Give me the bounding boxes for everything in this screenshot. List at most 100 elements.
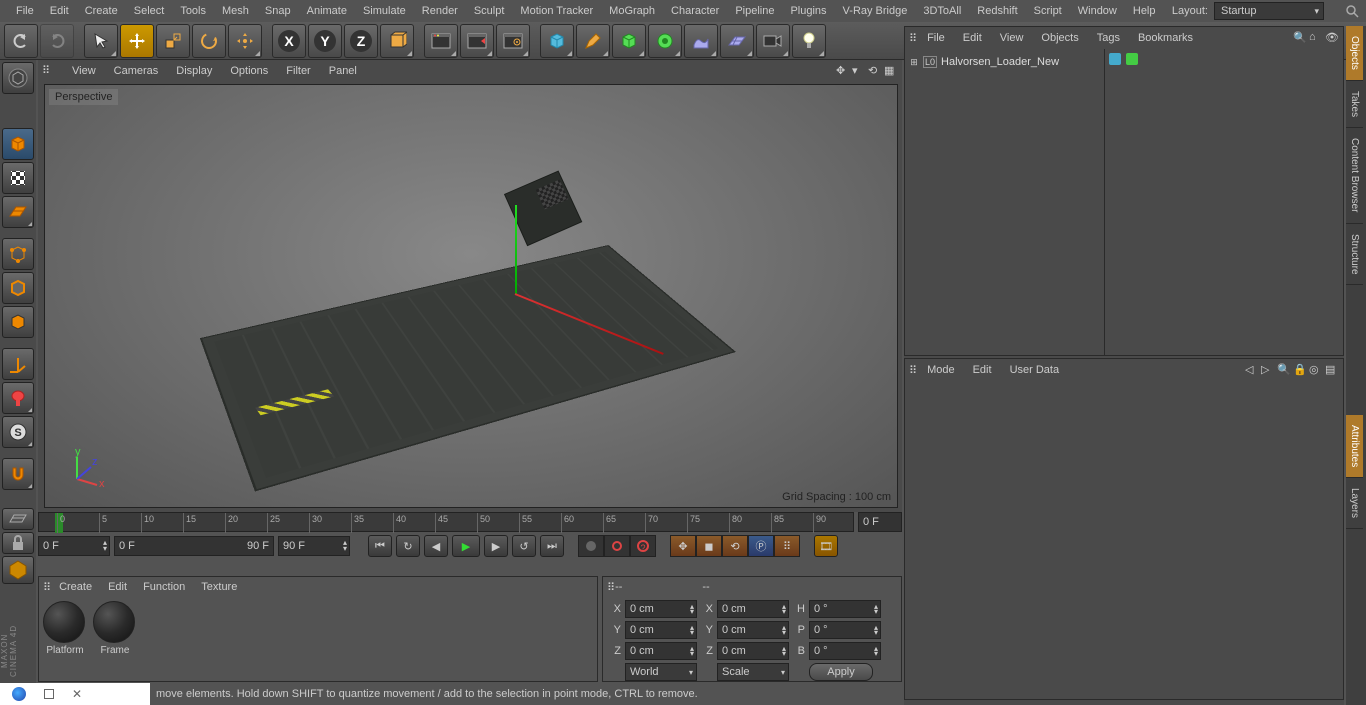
- deformer-button[interactable]: [648, 24, 682, 58]
- render-settings-button[interactable]: [496, 24, 530, 58]
- target-icon[interactable]: ◎: [1309, 363, 1323, 377]
- key-pla-button[interactable]: ⠿: [774, 535, 800, 557]
- spline-pen-button[interactable]: [576, 24, 610, 58]
- vp-menu-display[interactable]: Display: [168, 62, 220, 80]
- menu-vray[interactable]: V-Ray Bridge: [835, 1, 916, 21]
- attr-menu-edit[interactable]: Edit: [965, 361, 1000, 379]
- tree-row[interactable]: ⊞ L0 Halvorsen_Loader_New: [909, 53, 1100, 71]
- menu-snap[interactable]: Snap: [257, 1, 299, 21]
- tab-attributes[interactable]: Attributes: [1346, 415, 1363, 478]
- workplane-mode-button[interactable]: [2, 196, 34, 228]
- polygon-mode-button[interactable]: [2, 306, 34, 338]
- app-icon[interactable]: [12, 687, 26, 701]
- render-queue-button[interactable]: [460, 24, 494, 58]
- mat-menu-edit[interactable]: Edit: [100, 578, 135, 596]
- camera-button[interactable]: [756, 24, 790, 58]
- tweak-mode-button[interactable]: [2, 382, 34, 414]
- attr-menu-userdata[interactable]: User Data: [1002, 361, 1068, 379]
- vp-nav-zoom-icon[interactable]: ▾: [852, 64, 866, 78]
- end-frame-field[interactable]: 90 F▴▾: [278, 536, 350, 556]
- mat-menu-function[interactable]: Function: [135, 578, 193, 596]
- keyframe-help-button[interactable]: ?: [630, 535, 656, 557]
- snap-button[interactable]: S: [2, 416, 34, 448]
- fwd-icon[interactable]: ▷: [1261, 363, 1275, 377]
- task-icon[interactable]: [44, 689, 54, 699]
- undo-button[interactable]: [4, 24, 38, 58]
- mat-menu-create[interactable]: Create: [51, 578, 100, 596]
- goto-start-button[interactable]: ⏮: [368, 535, 392, 557]
- new-icon[interactable]: ▤: [1325, 363, 1339, 377]
- attr-menu-mode[interactable]: Mode: [919, 361, 963, 379]
- back-icon[interactable]: ◁: [1245, 363, 1259, 377]
- scale-tool[interactable]: [156, 24, 190, 58]
- expand-icon[interactable]: ⊞: [909, 57, 919, 68]
- menu-simulate[interactable]: Simulate: [355, 1, 414, 21]
- key-rot-button[interactable]: ⟲: [722, 535, 748, 557]
- timeline-editor-button[interactable]: 🎞: [814, 535, 838, 557]
- obj-menu-edit[interactable]: Edit: [955, 29, 990, 47]
- search-icon[interactable]: 🔍: [1277, 363, 1291, 377]
- pos-x-field[interactable]: 0 cm▴▾: [625, 600, 697, 618]
- search-icon[interactable]: 🔍: [1293, 31, 1307, 45]
- tab-layers[interactable]: Layers: [1346, 478, 1363, 529]
- coord-space-dropdown[interactable]: World: [625, 663, 697, 681]
- material-swatch[interactable]: Frame: [93, 601, 137, 656]
- grip-icon[interactable]: ⠿: [42, 64, 56, 78]
- light-button[interactable]: [792, 24, 826, 58]
- menu-character[interactable]: Character: [663, 1, 727, 21]
- grip-icon[interactable]: ⠿: [909, 32, 917, 45]
- vp-menu-cameras[interactable]: Cameras: [106, 62, 167, 80]
- menu-edit[interactable]: Edit: [42, 1, 77, 21]
- menu-animate[interactable]: Animate: [299, 1, 355, 21]
- point-mode-button[interactable]: [2, 238, 34, 270]
- vp-nav-pan-icon[interactable]: ✥: [836, 64, 850, 78]
- record-button[interactable]: [578, 535, 604, 557]
- select-tool[interactable]: [84, 24, 118, 58]
- vp-nav-layout-icon[interactable]: ▦: [884, 64, 898, 78]
- object-tree[interactable]: ⊞ L0 Halvorsen_Loader_New: [905, 49, 1105, 355]
- lock-icon[interactable]: 🔒: [1293, 363, 1307, 377]
- edge-mode-button[interactable]: [2, 272, 34, 304]
- grid-snap-button[interactable]: [2, 508, 34, 530]
- obj-menu-tags[interactable]: Tags: [1089, 29, 1128, 47]
- hex-button[interactable]: [2, 556, 34, 584]
- environment-button[interactable]: [684, 24, 718, 58]
- menu-file[interactable]: File: [8, 1, 42, 21]
- obj-menu-objects[interactable]: Objects: [1033, 29, 1086, 47]
- tag-icon[interactable]: [1109, 53, 1121, 65]
- key-param-button[interactable]: Ⓟ: [748, 535, 774, 557]
- rot-b-field[interactable]: 0 °▴▾: [809, 642, 881, 660]
- prev-frame-button[interactable]: ◀: [424, 535, 448, 557]
- menu-render[interactable]: Render: [414, 1, 466, 21]
- menu-pipeline[interactable]: Pipeline: [727, 1, 782, 21]
- vp-nav-orbit-icon[interactable]: ⟲: [868, 64, 882, 78]
- menu-script[interactable]: Script: [1026, 1, 1070, 21]
- tab-objects[interactable]: Objects: [1346, 26, 1363, 81]
- psrtransfer-tool[interactable]: [228, 24, 262, 58]
- rot-h-field[interactable]: 0 °▴▾: [809, 600, 881, 618]
- start-frame-field[interactable]: 0 F▴▾: [38, 536, 110, 556]
- material-swatch[interactable]: Platform: [43, 601, 87, 656]
- play-button[interactable]: ▶: [452, 535, 480, 557]
- redo-button[interactable]: [40, 24, 74, 58]
- size-z-field[interactable]: 0 cm▴▾: [717, 642, 789, 660]
- pos-y-field[interactable]: 0 cm▴▾: [625, 621, 697, 639]
- floor-button[interactable]: [720, 24, 754, 58]
- goto-end-button[interactable]: ⏭: [540, 535, 564, 557]
- object-tags[interactable]: [1105, 49, 1343, 355]
- tab-structure[interactable]: Structure: [1346, 224, 1363, 286]
- rot-p-field[interactable]: 0 °▴▾: [809, 621, 881, 639]
- eye-icon[interactable]: 👁: [1325, 31, 1339, 45]
- axis-x-button[interactable]: X: [272, 24, 306, 58]
- magnet-button[interactable]: [2, 458, 34, 490]
- apply-button[interactable]: Apply: [809, 663, 873, 681]
- tag-icon[interactable]: [1126, 53, 1138, 65]
- size-y-field[interactable]: 0 cm▴▾: [717, 621, 789, 639]
- obj-menu-view[interactable]: View: [992, 29, 1032, 47]
- grip-icon[interactable]: ⠿: [909, 364, 917, 377]
- tab-content-browser[interactable]: Content Browser: [1346, 128, 1363, 223]
- loop-button[interactable]: ↻: [396, 535, 420, 557]
- menu-select[interactable]: Select: [126, 1, 173, 21]
- axis-z-button[interactable]: Z: [344, 24, 378, 58]
- coord-scale-dropdown[interactable]: Scale: [717, 663, 789, 681]
